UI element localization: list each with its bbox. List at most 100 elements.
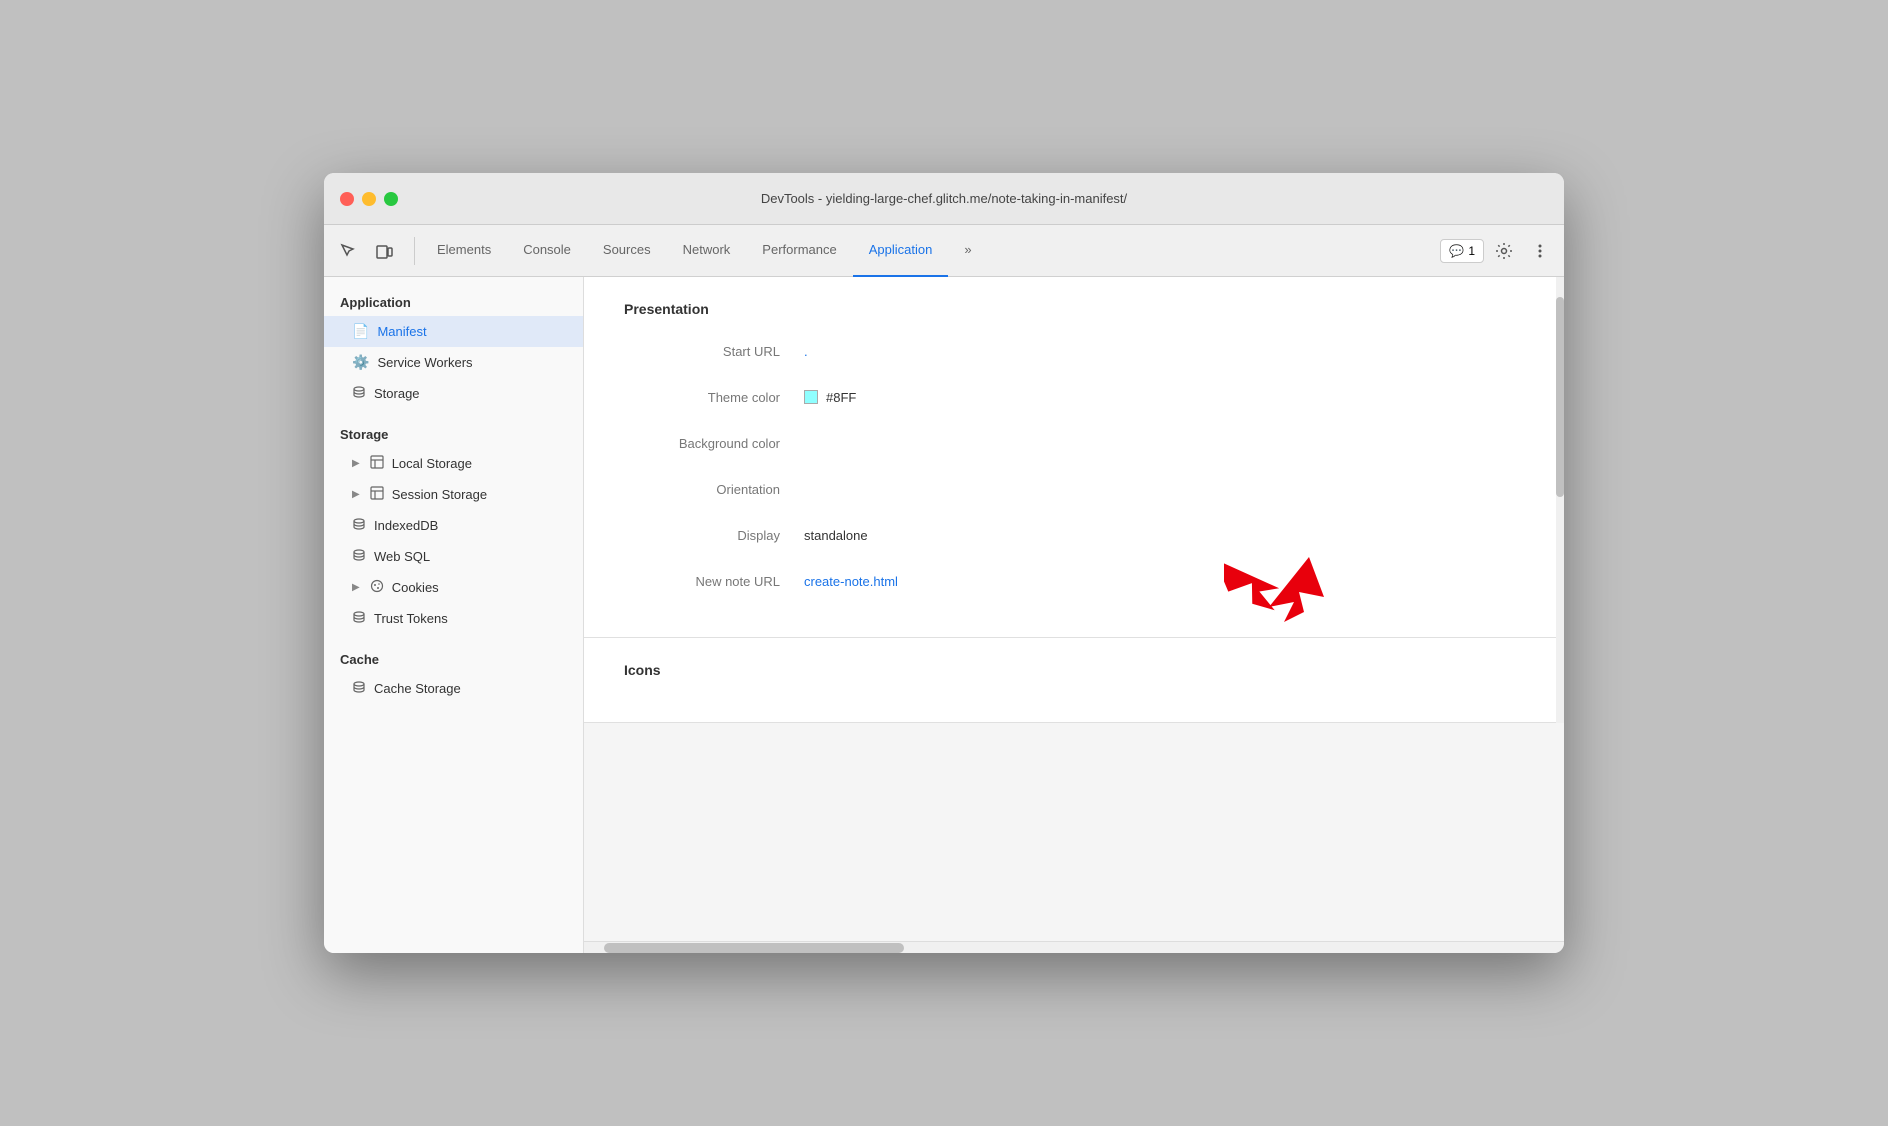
tab-console[interactable]: Console — [507, 225, 587, 277]
arrow-annotation — [1224, 547, 1324, 632]
minimize-button[interactable] — [362, 192, 376, 206]
maximize-button[interactable] — [384, 192, 398, 206]
icons-title: Icons — [624, 662, 1524, 678]
sidebar-application-section: Application 📄 Manifest ⚙️ Service Worker… — [324, 285, 583, 409]
window-title: DevTools - yielding-large-chef.glitch.me… — [761, 191, 1127, 206]
theme-color-value: #8FF — [804, 390, 856, 405]
horizontal-scrollbar-thumb — [604, 943, 904, 953]
session-storage-chevron: ▶ — [352, 489, 360, 500]
notification-button[interactable]: 💬 1 — [1440, 239, 1484, 263]
display-text: standalone — [804, 528, 868, 543]
session-storage-icon — [370, 486, 384, 503]
titlebar: DevTools - yielding-large-chef.glitch.me… — [324, 173, 1564, 225]
settings-button[interactable] — [1488, 235, 1520, 267]
content-area: Presentation Start URL . Theme color — [584, 277, 1564, 723]
cookies-chevron: ▶ — [352, 582, 360, 593]
sidebar-storage-header: Storage — [324, 417, 583, 448]
content-wrapper: Presentation Start URL . Theme color — [584, 277, 1564, 953]
presentation-section: Presentation Start URL . Theme color — [584, 277, 1564, 638]
content-scroll: Presentation Start URL . Theme color — [584, 277, 1564, 941]
local-storage-icon — [370, 455, 384, 472]
session-storage-label: Session Storage — [392, 487, 487, 502]
inspect-element-button[interactable] — [332, 235, 364, 267]
theme-color-label: Theme color — [624, 390, 804, 405]
device-toolbar-button[interactable] — [368, 235, 400, 267]
sidebar-item-manifest[interactable]: 📄 Manifest — [324, 316, 583, 347]
new-note-url-row: New note URL create-note.html — [624, 567, 1524, 595]
window-controls — [340, 192, 398, 206]
horizontal-scrollbar[interactable] — [584, 941, 1564, 953]
close-button[interactable] — [340, 192, 354, 206]
display-value: standalone — [804, 528, 868, 543]
sidebar-item-service-workers[interactable]: ⚙️ Service Workers — [324, 347, 583, 378]
trust-tokens-label: Trust Tokens — [374, 611, 448, 626]
tab-application[interactable]: Application — [853, 225, 949, 277]
storage-app-icon — [352, 385, 366, 402]
orientation-row: Orientation — [624, 475, 1524, 503]
scrollbar-thumb — [1556, 297, 1564, 497]
new-note-url-value: create-note.html — [804, 574, 898, 589]
toolbar: Elements Console Sources Network Perform… — [324, 225, 1564, 277]
sidebar-item-local-storage[interactable]: ▶ Local Storage — [324, 448, 583, 479]
start-url-link[interactable]: . — [804, 344, 808, 359]
theme-color-row: Theme color #8FF — [624, 383, 1524, 411]
sidebar-item-session-storage[interactable]: ▶ Session Storage — [324, 479, 583, 510]
start-url-label: Start URL — [624, 344, 804, 359]
main-content: Application 📄 Manifest ⚙️ Service Worker… — [324, 277, 1564, 953]
service-workers-icon: ⚙️ — [352, 354, 369, 371]
presentation-title: Presentation — [624, 301, 1524, 317]
orientation-label: Orientation — [624, 482, 804, 497]
display-label: Display — [624, 528, 804, 543]
theme-color-text: #8FF — [826, 390, 856, 405]
vertical-scrollbar[interactable] — [1556, 277, 1564, 723]
trust-tokens-icon — [352, 610, 366, 627]
new-note-url-label: New note URL — [624, 574, 804, 589]
toolbar-right: 💬 1 — [1440, 235, 1556, 267]
local-storage-chevron: ▶ — [352, 458, 360, 469]
bg-color-row: Background color — [624, 429, 1524, 457]
sidebar-item-storage-app[interactable]: Storage — [324, 378, 583, 409]
cache-storage-label: Cache Storage — [374, 681, 461, 696]
manifest-icon: 📄 — [352, 323, 369, 340]
sidebar-cache-section: Cache Cache Storage — [324, 642, 583, 704]
theme-color-swatch — [804, 390, 818, 404]
tab-nav: Elements Console Sources Network Perform… — [421, 225, 1438, 276]
sidebar-item-trust-tokens[interactable]: Trust Tokens — [324, 603, 583, 634]
indexeddb-label: IndexedDB — [374, 518, 438, 533]
tab-network[interactable]: Network — [667, 225, 747, 277]
indexeddb-icon — [352, 517, 366, 534]
sidebar: Application 📄 Manifest ⚙️ Service Worker… — [324, 277, 584, 953]
display-row: Display standalone — [624, 521, 1524, 549]
toolbar-divider — [414, 237, 415, 265]
sidebar-service-workers-label: Service Workers — [377, 355, 472, 370]
devtools-window: DevTools - yielding-large-chef.glitch.me… — [324, 173, 1564, 953]
more-options-button[interactable] — [1524, 235, 1556, 267]
cookies-label: Cookies — [392, 580, 439, 595]
sidebar-application-header: Application — [324, 285, 583, 316]
sidebar-manifest-label: Manifest — [377, 324, 426, 339]
tab-sources[interactable]: Sources — [587, 225, 667, 277]
sidebar-item-cookies[interactable]: ▶ Cookies — [324, 572, 583, 603]
web-sql-icon — [352, 548, 366, 565]
notification-count: 1 — [1468, 244, 1475, 258]
sidebar-item-web-sql[interactable]: Web SQL — [324, 541, 583, 572]
web-sql-label: Web SQL — [374, 549, 430, 564]
start-url-row: Start URL . — [624, 337, 1524, 365]
new-note-url-link[interactable]: create-note.html — [804, 574, 898, 589]
bg-color-label: Background color — [624, 436, 804, 451]
cache-storage-icon — [352, 680, 366, 697]
toolbar-icons — [332, 235, 400, 267]
icons-section: Icons — [584, 638, 1564, 723]
sidebar-item-indexeddb[interactable]: IndexedDB — [324, 510, 583, 541]
cookies-icon — [370, 579, 384, 596]
local-storage-label: Local Storage — [392, 456, 472, 471]
tab-elements[interactable]: Elements — [421, 225, 507, 277]
notification-icon: 💬 — [1449, 244, 1464, 258]
sidebar-item-cache-storage[interactable]: Cache Storage — [324, 673, 583, 704]
sidebar-storage-label: Storage — [374, 386, 420, 401]
tab-more[interactable]: » — [948, 225, 987, 277]
start-url-value: . — [804, 344, 808, 359]
sidebar-storage-section: Storage ▶ Local Storage ▶ Session Storag… — [324, 417, 583, 634]
tab-performance[interactable]: Performance — [746, 225, 852, 277]
sidebar-cache-header: Cache — [324, 642, 583, 673]
